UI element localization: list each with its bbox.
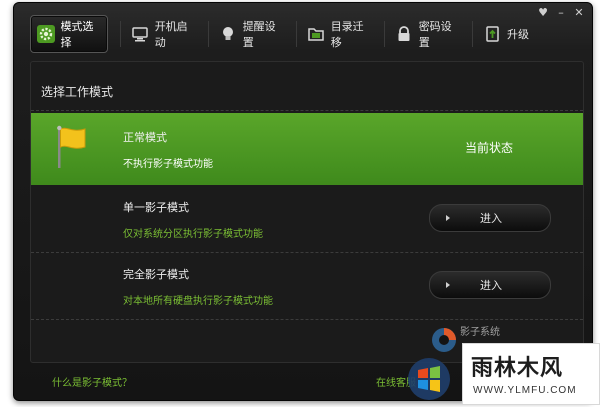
mode-description: 对本地所有硬盘执行影子模式功能 — [123, 296, 273, 307]
panel-title: 选择工作模式 — [41, 85, 114, 99]
tab-label: 提醒设置 — [242, 20, 276, 49]
windows-logo-icon — [406, 356, 452, 406]
tab-label: 开机启动 — [154, 20, 188, 49]
what-is-shadow-mode-link[interactable]: 什么是影子模式？ — [52, 374, 132, 389]
gear-icon — [37, 24, 56, 44]
play-arrow-icon — [446, 282, 450, 288]
mode-description: 仅对系统分区执行影子模式功能 — [123, 229, 263, 240]
play-arrow-icon — [446, 215, 450, 221]
close-button[interactable]: ✕ — [572, 7, 586, 18]
tab-boot-start[interactable]: 开机启动 — [124, 15, 204, 53]
button-label: 进入 — [480, 212, 502, 225]
watermark-box: 雨林木风 WWW.YLMFU.COM — [462, 343, 600, 405]
tab-label: 密码设置 — [418, 20, 452, 49]
tab-label: 目录迁移 — [330, 20, 364, 49]
bulb-icon — [218, 24, 238, 44]
tab-mode-select[interactable]: 模式选择 — [30, 15, 108, 53]
watermark-title: 雨林木风 — [471, 355, 564, 381]
tab-upgrade[interactable]: 升级 — [476, 15, 536, 53]
flag-icon — [53, 125, 89, 175]
lock-icon — [394, 24, 414, 44]
mode-row-normal[interactable]: 正常模式 不执行影子模式功能 当前状态 — [31, 113, 583, 185]
mode-description: 不执行影子模式功能 — [123, 159, 213, 170]
tab-directory-migrate[interactable]: 目录迁移 — [300, 15, 380, 53]
enter-full-shadow-button[interactable]: 进入 — [429, 271, 551, 299]
mode-title: 完全影子模式 — [123, 268, 189, 281]
top-tab-bar: 模式选择 开机启动 提醒设置 目录迁移 密码设置 升级 — [30, 15, 572, 55]
folder-icon — [306, 24, 326, 44]
button-label: 进入 — [480, 279, 502, 292]
mode-title: 正常模式 — [123, 131, 167, 144]
current-status-label: 当前状态 — [464, 141, 513, 155]
mode-panel: 选择工作模式 正常模式 不执行影子模式功能 当前状态 单一影子模式 仅对系统分区… — [30, 61, 584, 363]
tab-label: 升级 — [507, 28, 529, 41]
app-window: ♥ – ✕ 模式选择 开机启动 提醒设置 目录迁移 密码设置 升级 选择工作模式… — [13, 2, 593, 401]
enter-single-shadow-button[interactable]: 进入 — [429, 204, 551, 232]
tab-reminder[interactable]: 提醒设置 — [212, 15, 292, 53]
monitor-icon — [130, 24, 150, 44]
watermark-url: WWW.YLMFU.COM — [473, 385, 577, 396]
mode-row-single-shadow: 单一影子模式 仅对系统分区执行影子模式功能 进入 — [31, 185, 583, 252]
tab-password[interactable]: 密码设置 — [388, 15, 468, 53]
mode-row-full-shadow: 完全影子模式 对本地所有硬盘执行影子模式功能 进入 — [31, 253, 583, 319]
mode-title: 单一影子模式 — [123, 201, 189, 214]
brand-swirl-icon — [430, 326, 458, 357]
upgrade-icon — [482, 24, 502, 44]
brand-name: 影子系统 — [460, 327, 500, 338]
tab-label: 模式选择 — [60, 20, 94, 49]
